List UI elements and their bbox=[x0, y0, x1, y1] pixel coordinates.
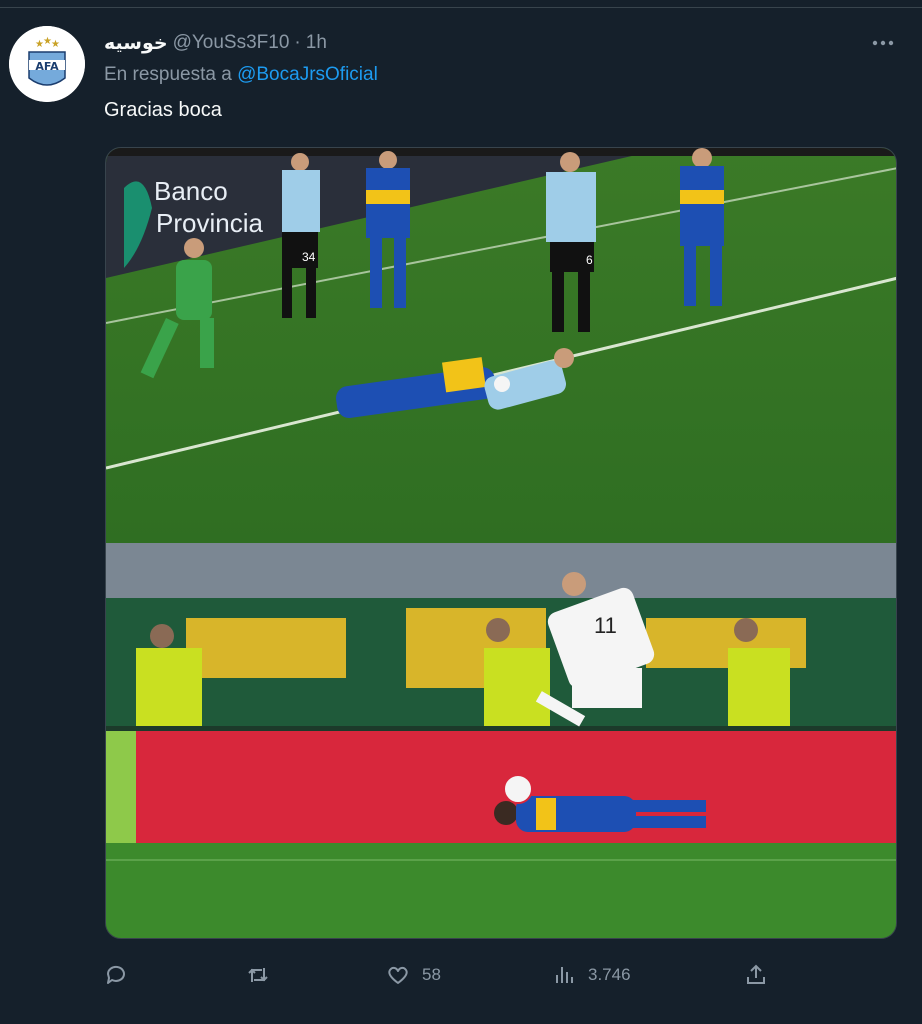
ad-text-provincia: Provincia bbox=[156, 208, 263, 238]
top-divider bbox=[0, 0, 922, 8]
tweet-media-image[interactable]: Banco Provincia 34 6 11 bbox=[105, 147, 897, 939]
handle[interactable]: @YouSs3F10 bbox=[173, 32, 290, 54]
reply-context: En respuesta a @BocaJrsOficial bbox=[104, 64, 378, 86]
svg-text:★: ★ bbox=[51, 39, 60, 50]
views-count: 3.746 bbox=[588, 965, 631, 984]
separator-dot: · bbox=[294, 32, 301, 53]
shirt-number-11: 11 bbox=[594, 613, 617, 638]
like-button[interactable]: 58 bbox=[386, 960, 441, 990]
share-icon bbox=[747, 964, 765, 984]
more-button[interactable] bbox=[866, 30, 900, 56]
more-icon bbox=[872, 40, 894, 46]
ad-text-banco: Banco bbox=[154, 176, 228, 206]
shirt-number-34: 34 bbox=[302, 250, 316, 264]
tweet-actions: 58 3.746 bbox=[104, 960, 804, 990]
avatar[interactable]: ★ ★ ★ AFA bbox=[9, 26, 85, 102]
tweet-header: خوسيه @YouSs3F10 · 1h bbox=[104, 31, 327, 55]
afa-logo-icon: ★ ★ ★ AFA bbox=[9, 26, 85, 102]
views-icon bbox=[556, 967, 573, 983]
like-icon bbox=[388, 966, 408, 984]
share-button[interactable] bbox=[744, 960, 768, 990]
retweet-icon bbox=[248, 968, 268, 982]
like-count: 58 bbox=[422, 965, 441, 984]
svg-text:AFA: AFA bbox=[35, 60, 59, 73]
timestamp[interactable]: 1h bbox=[306, 32, 327, 54]
display-name[interactable]: خوسيه bbox=[104, 32, 168, 55]
reply-icon bbox=[106, 965, 125, 984]
reply-button[interactable] bbox=[104, 960, 140, 990]
views-button[interactable]: 3.746 bbox=[552, 960, 631, 990]
media-illustration: Banco Provincia 34 6 11 bbox=[106, 148, 896, 938]
reply-to-link[interactable]: @BocaJrsOficial bbox=[237, 64, 378, 85]
tweet-text: Gracias boca bbox=[104, 99, 222, 121]
retweet-button[interactable] bbox=[246, 960, 282, 990]
shirt-number-6: 6 bbox=[586, 253, 593, 267]
reply-prefix: En respuesta a bbox=[104, 64, 232, 85]
